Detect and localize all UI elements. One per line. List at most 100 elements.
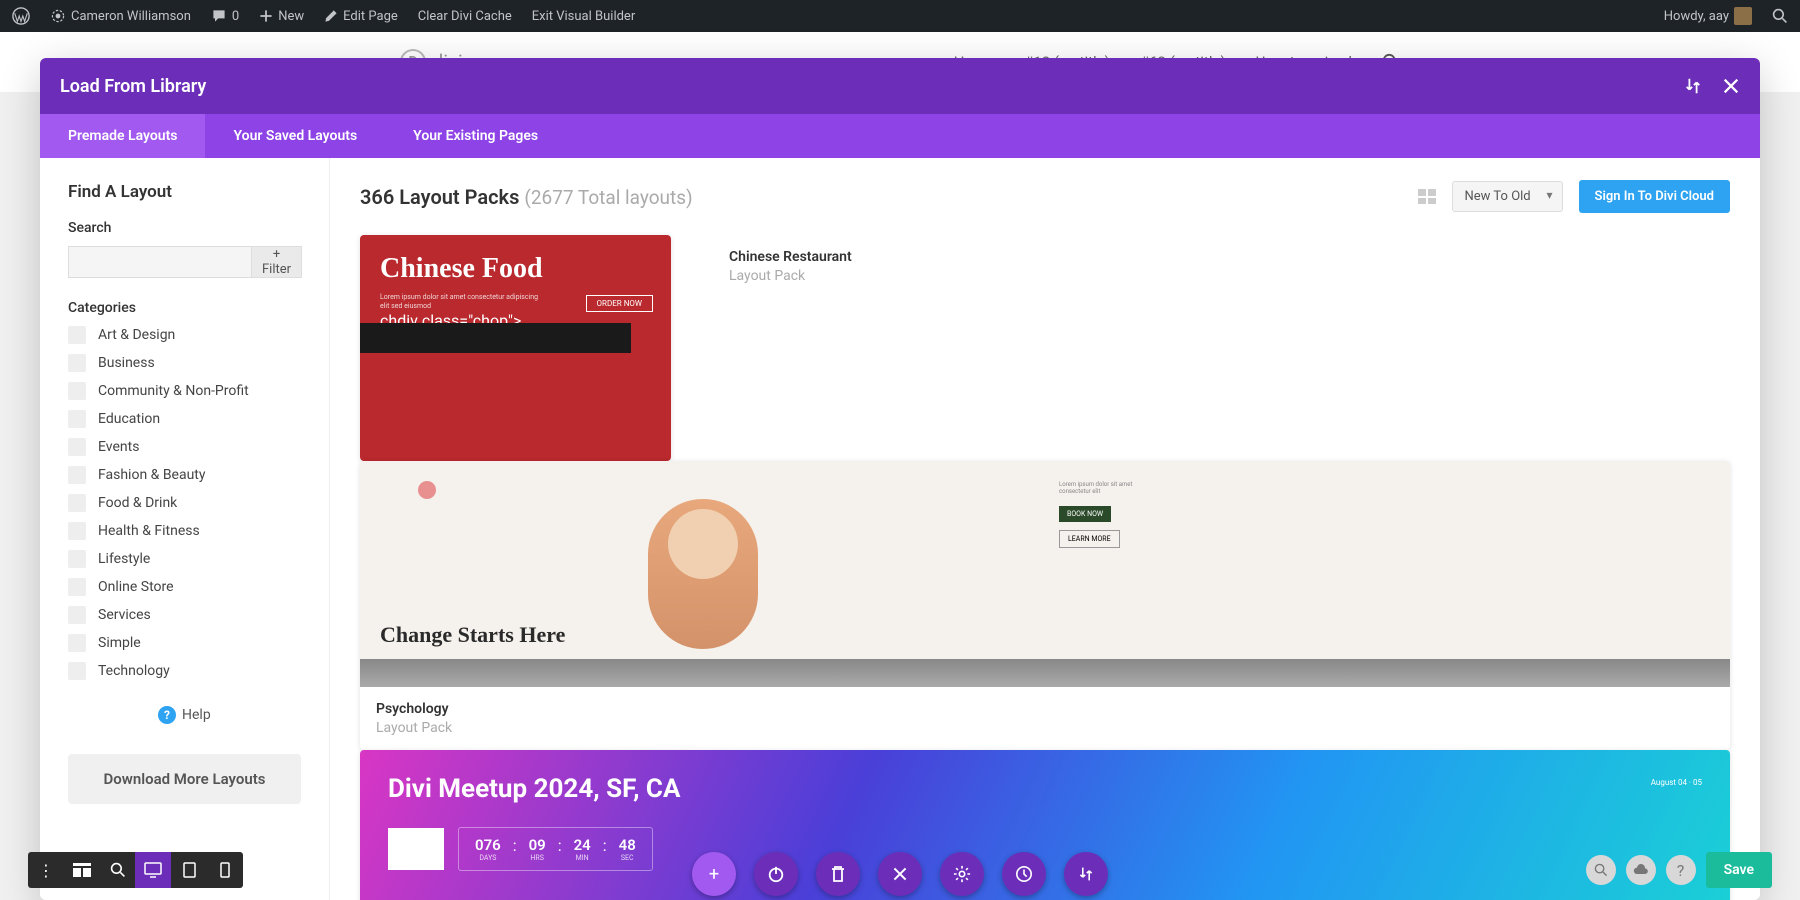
results-count: 366 Layout Packs (2677 Total layouts) xyxy=(360,185,693,209)
category-label: Lifestyle xyxy=(98,551,150,567)
category-item[interactable]: Online Store xyxy=(68,578,301,596)
card-title: Chinese Restaurant xyxy=(729,249,1008,265)
checkbox[interactable] xyxy=(68,662,86,680)
card-sub: Layout Pack xyxy=(729,268,1008,284)
category-label: Simple xyxy=(98,635,141,651)
checkbox[interactable] xyxy=(68,382,86,400)
modal-header: Load From Library xyxy=(40,58,1760,114)
wp-admin-bar: Cameron Williamson 0 New Edit Page Clear… xyxy=(0,0,1800,32)
category-label: Community & Non-Profit xyxy=(98,383,249,399)
card-thumb: Lorem ipsum dolor sit ametconsectetur el… xyxy=(360,461,1730,687)
trash-icon[interactable] xyxy=(816,852,860,896)
search-icon[interactable] xyxy=(1586,855,1616,885)
close-button[interactable] xyxy=(878,852,922,896)
library-modal: Load From Library Premade Layouts Your S… xyxy=(40,58,1760,900)
add-button[interactable]: + xyxy=(692,852,736,896)
card-sub: Layout Pack xyxy=(376,720,1714,736)
layout-card[interactable]: Lorem ipsum dolor sit ametconsectetur el… xyxy=(360,461,1730,750)
builder-center-bar: + xyxy=(692,852,1108,896)
modal-title: Load From Library xyxy=(60,76,206,97)
wireframe-icon[interactable] xyxy=(64,852,100,888)
category-item[interactable]: Fashion & Beauty xyxy=(68,466,301,484)
tab-premade[interactable]: Premade Layouts xyxy=(40,114,205,158)
layout-card[interactable]: Chinese Food Lorem ipsum dolor sit amet … xyxy=(360,235,671,461)
checkbox[interactable] xyxy=(68,410,86,428)
checkbox[interactable] xyxy=(68,578,86,596)
help-icon: ? xyxy=(158,706,176,724)
category-label: Services xyxy=(98,607,151,623)
checkbox[interactable] xyxy=(68,438,86,456)
tablet-icon[interactable] xyxy=(171,852,207,888)
search-icon[interactable] xyxy=(1768,8,1792,24)
category-label: Education xyxy=(98,411,160,427)
history-icon[interactable] xyxy=(1002,852,1046,896)
checkbox[interactable] xyxy=(68,550,86,568)
category-label: Technology xyxy=(98,663,170,679)
checkbox[interactable] xyxy=(68,634,86,652)
category-item[interactable]: Health & Fitness xyxy=(68,522,301,540)
portability-icon[interactable] xyxy=(1064,852,1108,896)
avatar xyxy=(1734,7,1752,25)
help-link[interactable]: ?Help xyxy=(68,706,301,724)
view-list-icon[interactable] xyxy=(1418,189,1436,204)
builder-save-bar: ? Save xyxy=(1586,852,1772,888)
menu-icon[interactable]: ⋮ xyxy=(28,852,64,888)
category-item[interactable]: Community & Non-Profit xyxy=(68,382,301,400)
category-label: Health & Fitness xyxy=(98,523,200,539)
search-input[interactable] xyxy=(68,246,252,278)
filter-button[interactable]: + Filter xyxy=(252,246,302,278)
checkbox[interactable] xyxy=(68,606,86,624)
portability-icon[interactable] xyxy=(1684,77,1702,95)
edit-page-link[interactable]: Edit Page xyxy=(320,9,402,24)
builder-responsive-bar: ⋮ xyxy=(28,852,243,888)
checkbox[interactable] xyxy=(68,466,86,484)
cloud-icon[interactable] xyxy=(1626,855,1656,885)
card-thumb: Chinese Food Lorem ipsum dolor sit amet … xyxy=(360,235,671,461)
checkbox[interactable] xyxy=(68,494,86,512)
signin-button[interactable]: Sign In To Divi Cloud xyxy=(1579,180,1730,213)
zoom-icon[interactable] xyxy=(100,852,136,888)
category-item[interactable]: Art & Design xyxy=(68,326,301,344)
gear-icon[interactable] xyxy=(940,852,984,896)
search-label: Search xyxy=(68,220,301,236)
new-link[interactable]: New xyxy=(255,9,308,24)
category-item[interactable]: Services xyxy=(68,606,301,624)
comments-link[interactable]: 0 xyxy=(207,8,243,24)
phone-icon[interactable] xyxy=(207,852,243,888)
tab-existing[interactable]: Your Existing Pages xyxy=(385,114,566,158)
category-item[interactable]: Technology xyxy=(68,662,301,680)
save-button[interactable]: Save xyxy=(1706,852,1772,888)
layout-grid: Chinese Food Lorem ipsum dolor sit amet … xyxy=(360,235,1730,461)
checkbox[interactable] xyxy=(68,522,86,540)
download-more-button[interactable]: Download More Layouts xyxy=(68,754,301,804)
power-icon[interactable] xyxy=(754,852,798,896)
modal-tabs: Premade Layouts Your Saved Layouts Your … xyxy=(40,114,1760,158)
site-name[interactable]: Cameron Williamson xyxy=(46,8,195,24)
library-main: 366 Layout Packs (2677 Total layouts) Ne… xyxy=(330,158,1760,900)
sidebar-title: Find A Layout xyxy=(68,182,301,202)
checkbox[interactable] xyxy=(68,354,86,372)
categories-label: Categories xyxy=(68,300,301,316)
category-label: Food & Drink xyxy=(98,495,177,511)
help-icon[interactable]: ? xyxy=(1666,855,1696,885)
checkbox[interactable] xyxy=(68,326,86,344)
sort-select[interactable]: New To Old xyxy=(1452,181,1563,212)
clear-cache-link[interactable]: Clear Divi Cache xyxy=(414,9,516,24)
category-label: Business xyxy=(98,355,155,371)
category-item[interactable]: Simple xyxy=(68,634,301,652)
category-label: Events xyxy=(98,439,139,455)
wp-logo[interactable] xyxy=(8,7,34,25)
exit-builder-link[interactable]: Exit Visual Builder xyxy=(528,9,639,24)
desktop-icon[interactable] xyxy=(135,852,171,888)
category-label: Online Store xyxy=(98,579,174,595)
category-item[interactable]: Lifestyle xyxy=(68,550,301,568)
category-item[interactable]: Food & Drink xyxy=(68,494,301,512)
category-label: Art & Design xyxy=(98,327,175,343)
category-item[interactable]: Education xyxy=(68,410,301,428)
category-item[interactable]: Business xyxy=(68,354,301,372)
tab-saved[interactable]: Your Saved Layouts xyxy=(205,114,385,158)
category-item[interactable]: Events xyxy=(68,438,301,456)
category-label: Fashion & Beauty xyxy=(98,467,206,483)
howdy-link[interactable]: Howdy, aay xyxy=(1660,7,1756,25)
close-icon[interactable] xyxy=(1722,77,1740,95)
